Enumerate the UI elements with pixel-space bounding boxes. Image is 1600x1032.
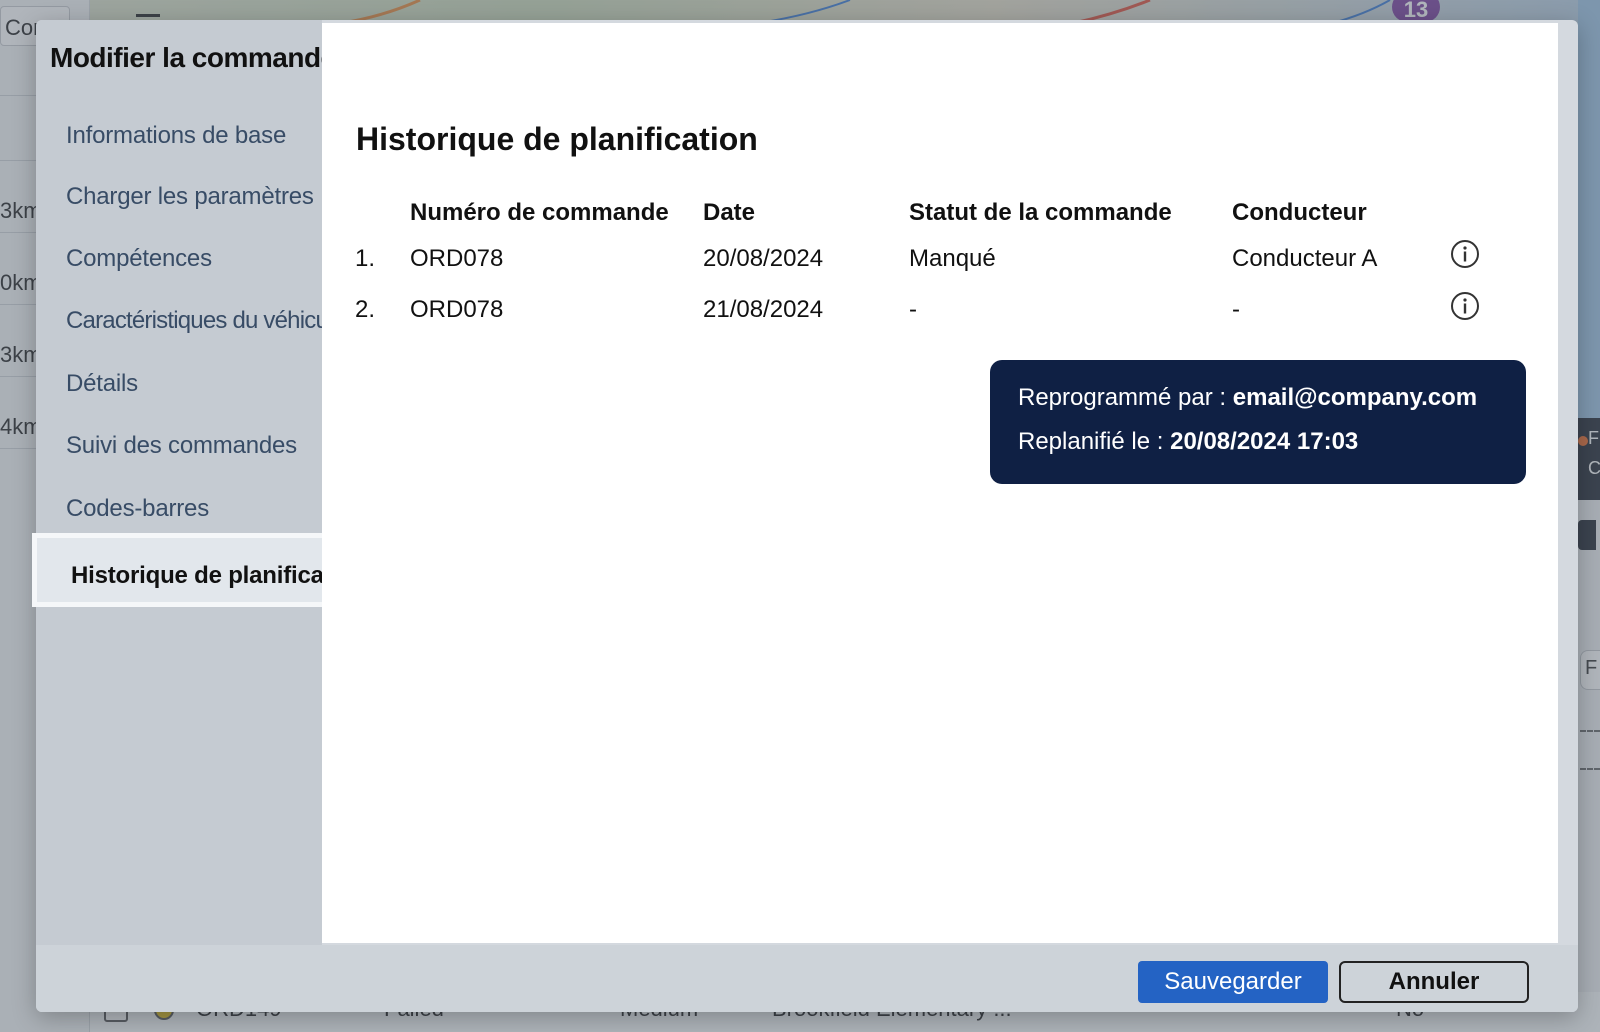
row-driver: Conducteur A bbox=[1232, 245, 1378, 272]
tooltip-label: Replanifié le : bbox=[1018, 428, 1164, 455]
row-status: - bbox=[909, 296, 917, 323]
nav-item-vehicle-features[interactable]: Caractéristiques du véhicule bbox=[66, 307, 346, 335]
tooltip-value: 20/08/2024 17:03 bbox=[1170, 428, 1359, 455]
row-date: 21/08/2024 bbox=[703, 296, 824, 323]
nav-item-planning-history[interactable]: Historique de planification bbox=[32, 533, 367, 607]
nav-item-barcodes[interactable]: Codes-barres bbox=[66, 495, 316, 523]
column-header-order-status: Statut de la commande bbox=[909, 199, 1172, 226]
nav-item-details[interactable]: Détails bbox=[66, 370, 316, 398]
column-header-driver: Conducteur bbox=[1232, 199, 1367, 226]
nav-item-order-tracking[interactable]: Suivi des commandes bbox=[66, 432, 316, 460]
row-order-number: ORD078 bbox=[410, 245, 504, 272]
row-index: 2. bbox=[355, 296, 376, 323]
column-header-date: Date bbox=[703, 199, 756, 226]
row-index: 1. bbox=[355, 245, 376, 272]
cancel-button[interactable]: Annuler bbox=[1339, 961, 1529, 1003]
reschedule-tooltip: Reprogrammé par : email@company.com Repl… bbox=[990, 360, 1526, 484]
tooltip-line-rescheduled-by: Reprogrammé par : email@company.com bbox=[1018, 384, 1526, 428]
info-icon[interactable] bbox=[1450, 239, 1480, 269]
info-icon[interactable] bbox=[1450, 291, 1480, 321]
column-header-order-number: Numéro de commande bbox=[410, 199, 669, 226]
tooltip-line-replanned-on: Replanifié le : 20/08/2024 17:03 bbox=[1018, 428, 1526, 472]
modal-sidebar: Modifier la commande Informations de bas… bbox=[32, 20, 367, 945]
nav-item-skills[interactable]: Compétences bbox=[66, 245, 316, 273]
modal-footer: Sauvegarder Annuler bbox=[36, 945, 1578, 1012]
tooltip-value: email@company.com bbox=[1232, 384, 1478, 411]
save-button[interactable]: Sauvegarder bbox=[1138, 961, 1328, 1003]
section-title: Historique de planification bbox=[356, 121, 758, 157]
row-order-number: ORD078 bbox=[410, 296, 504, 323]
tooltip-label: Reprogrammé par : bbox=[1018, 384, 1227, 411]
edit-order-modal: Modifier la commande Informations de bas… bbox=[32, 20, 1578, 1012]
row-driver: - bbox=[1232, 296, 1240, 323]
row-status: Manqué bbox=[909, 245, 996, 272]
modal-title: Modifier la commande bbox=[50, 42, 336, 73]
nav-item-load-parameters[interactable]: Charger les paramètres bbox=[66, 183, 316, 211]
row-date: 20/08/2024 bbox=[703, 245, 824, 272]
nav-item-basic-info[interactable]: Informations de base bbox=[66, 122, 316, 150]
